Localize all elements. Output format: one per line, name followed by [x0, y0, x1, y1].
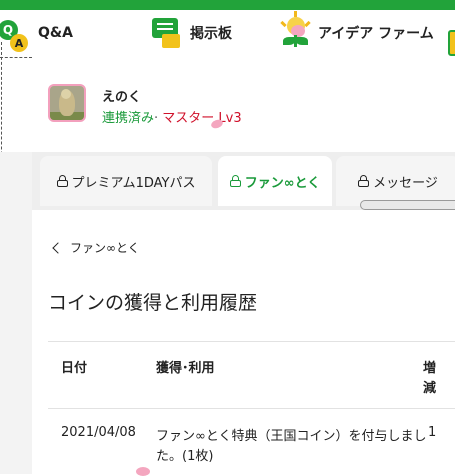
breadcrumb-back-link[interactable]: ファン∞とく	[51, 239, 140, 256]
top-accent-stripe	[0, 0, 455, 10]
qa-icon-a: A	[10, 34, 28, 52]
cell-detail-line2: た。(1枚)	[156, 449, 214, 464]
header-nav: Q A Q&A 掲示板 アイデア ファーム	[0, 10, 455, 56]
idea-farm-icon	[278, 11, 312, 51]
rank-label: マスター Lv3	[162, 111, 242, 126]
nav-label-idea-farm: アイデア ファーム	[318, 26, 434, 42]
table-header-divider	[48, 408, 455, 409]
cell-change: 1	[428, 425, 437, 440]
column-header-detail: 獲得･利用	[156, 361, 215, 376]
column-header-change-2: 減	[423, 381, 437, 396]
cell-date: 2021/04/08	[61, 425, 136, 440]
tab-label-premium: プレミアム1DAYパス	[71, 175, 196, 191]
username: えのく	[102, 90, 142, 105]
table-top-border	[48, 341, 455, 342]
tab-premium-1day-pass[interactable]: プレミアム1DAYパス	[40, 156, 212, 206]
tab-fan-toku[interactable]: ファン∞とく	[218, 156, 332, 206]
lock-icon	[56, 175, 68, 187]
dashed-guide-top	[0, 57, 32, 58]
bulletin-board-icon	[150, 16, 184, 50]
page-title: コインの獲得と利用履歴	[48, 292, 258, 314]
lock-icon	[229, 175, 241, 187]
status-separator: ·	[154, 111, 159, 126]
nav-label-qa: Q&A	[38, 25, 73, 41]
cell-detail-line1: ファン∞とく特典（王国コイン）を付与しまし	[156, 429, 427, 444]
overflow-nav-icon[interactable]	[448, 30, 455, 56]
tab-label-fan-toku: ファン∞とく	[244, 175, 321, 191]
qa-icon: Q A	[0, 14, 32, 52]
column-header-change-1: 増	[423, 361, 437, 376]
lock-icon	[358, 175, 370, 187]
nav-item-idea-farm[interactable]: アイデア ファーム	[278, 10, 434, 56]
breadcrumb-label: ファン∞とく	[70, 241, 140, 255]
nav-label-bulletin-board: 掲示板	[190, 26, 232, 42]
tab-scrollbar[interactable]	[360, 200, 455, 210]
tab-label-message: メッセージ	[373, 175, 438, 191]
nav-item-bulletin-board[interactable]: 掲示板	[150, 10, 232, 56]
left-gutter	[0, 152, 32, 474]
pink-petal-decoration	[136, 467, 150, 476]
column-header-date: 日付	[61, 361, 88, 376]
chevron-left-icon	[52, 241, 64, 254]
tab-message[interactable]: メッセージ	[336, 156, 455, 206]
linked-status: 連携済み	[102, 111, 155, 126]
avatar[interactable]	[48, 84, 86, 122]
nav-item-qa[interactable]: Q A Q&A	[0, 10, 73, 56]
